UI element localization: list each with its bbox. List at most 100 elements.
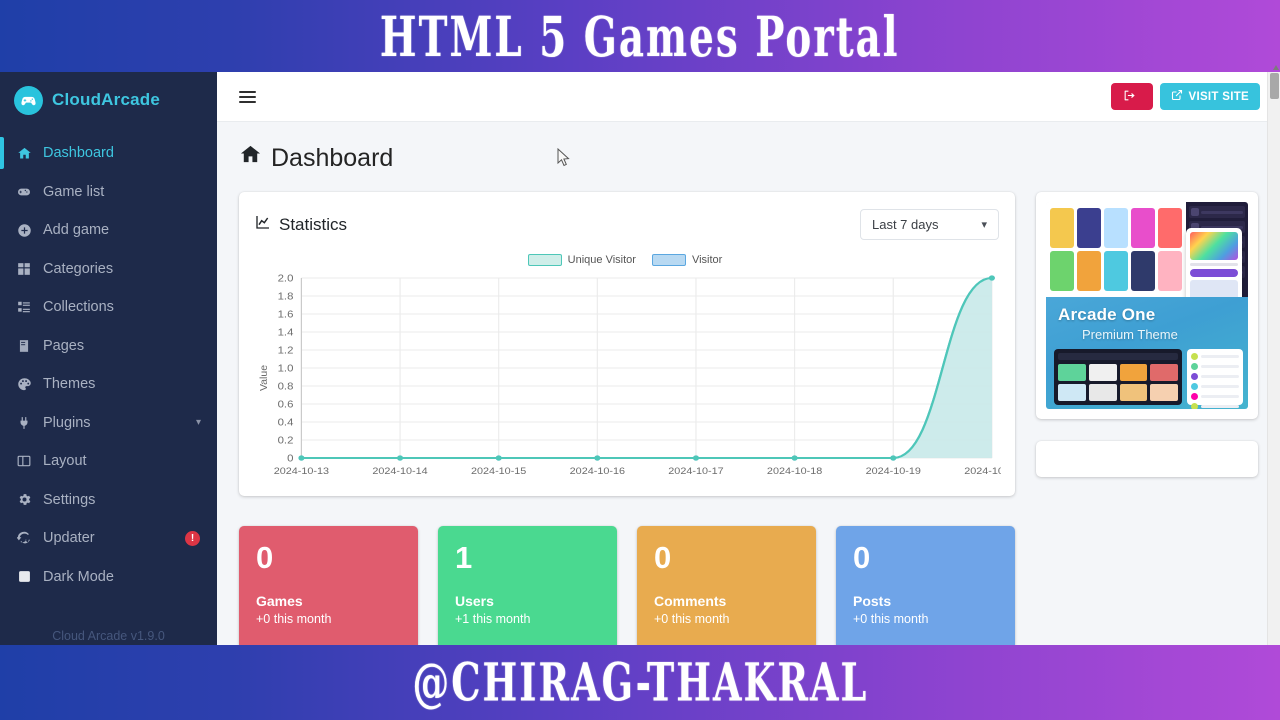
promo-image: Arcade One Premium Theme bbox=[1046, 202, 1248, 409]
dashboard-row: Statistics Last 7 days ▾ Unique Visitor … bbox=[239, 192, 1258, 645]
promo-tile bbox=[1104, 208, 1128, 248]
promo-list-row bbox=[1191, 363, 1239, 370]
promo-list-row bbox=[1191, 383, 1239, 390]
home-icon bbox=[239, 143, 262, 173]
sidebar-item-label: Updater bbox=[43, 530, 95, 547]
sidebar-item-updater[interactable]: Updater ! bbox=[0, 519, 217, 558]
sidebar-item-label: Game list bbox=[43, 183, 105, 200]
promo-tile bbox=[1158, 251, 1182, 291]
chevron-down-icon[interactable]: ▾ bbox=[196, 417, 201, 428]
statistics-card-header: Statistics Last 7 days ▾ bbox=[239, 192, 1015, 244]
stat-card-users[interactable]: 1 Users +1 this month bbox=[438, 526, 617, 645]
svg-text:1.8: 1.8 bbox=[278, 291, 294, 302]
stat-value: 0 bbox=[853, 540, 871, 575]
stat-value: 0 bbox=[654, 540, 672, 575]
plus-circle-icon bbox=[13, 223, 35, 238]
main-area: VISIT SITE Dashboard Statistics Last 7 d… bbox=[217, 72, 1280, 645]
dashboard-left-column: Statistics Last 7 days ▾ Unique Visitor … bbox=[239, 192, 1015, 645]
svg-text:2024-10-14: 2024-10-14 bbox=[372, 467, 428, 477]
stat-card-posts[interactable]: 0 Posts +0 this month bbox=[836, 526, 1015, 645]
svg-text:2.0: 2.0 bbox=[278, 273, 294, 284]
hamburger-icon[interactable] bbox=[239, 90, 256, 103]
page-title-text: Dashboard bbox=[271, 143, 394, 172]
sidebar-item-settings[interactable]: Settings bbox=[0, 481, 217, 520]
sidebar-item-dark-mode[interactable]: Dark Mode bbox=[0, 558, 217, 597]
svg-text:1.2: 1.2 bbox=[278, 345, 294, 356]
promo-tile bbox=[1131, 251, 1155, 291]
scroll-up-arrow-icon[interactable] bbox=[1273, 65, 1279, 70]
statistics-card: Statistics Last 7 days ▾ Unique Visitor … bbox=[239, 192, 1015, 496]
sidebar-item-plugins[interactable]: Plugins ▾ bbox=[0, 404, 217, 443]
promo-dark-screen bbox=[1054, 349, 1182, 405]
promo-screens bbox=[1054, 349, 1243, 409]
stat-label: Users bbox=[455, 592, 494, 609]
legend-item-visitor[interactable]: Visitor bbox=[651, 254, 723, 266]
promo-tile bbox=[1104, 251, 1128, 291]
stat-card-comments[interactable]: 0 Comments +0 this month bbox=[637, 526, 816, 645]
svg-text:0.8: 0.8 bbox=[278, 381, 294, 392]
sidebar-item-themes[interactable]: Themes bbox=[0, 365, 217, 404]
chart-legend: Unique Visitor Visitor bbox=[249, 254, 1001, 266]
sidebar-item-label: Themes bbox=[43, 376, 96, 393]
sign-out-icon bbox=[1123, 89, 1136, 105]
scrollbar-thumb[interactable] bbox=[1270, 65, 1279, 99]
svg-text:2024-10-13: 2024-10-13 bbox=[274, 467, 330, 477]
legend-swatch bbox=[527, 254, 562, 266]
legend-item-unique-visitor[interactable]: Unique Visitor bbox=[527, 254, 636, 266]
page-scrollbar[interactable] bbox=[1267, 65, 1280, 645]
promo-tile bbox=[1077, 251, 1101, 291]
promo-light-screen bbox=[1187, 349, 1243, 409]
promo-game-tiles bbox=[1046, 202, 1186, 297]
bottom-promo-banner: @CHIRAG-THAKRAL bbox=[0, 645, 1280, 720]
stat-card-games[interactable]: 0 Games +0 this month bbox=[239, 526, 418, 645]
sidebar-item-collections[interactable]: Collections bbox=[0, 288, 217, 327]
svg-text:0.6: 0.6 bbox=[278, 399, 294, 410]
legend-label: Visitor bbox=[691, 254, 723, 266]
stat-cards-row: 0 Games +0 this month 1 Users +1 this month 0 C… bbox=[239, 526, 1015, 645]
sidebar-item-label: Collections bbox=[43, 299, 114, 316]
book-icon bbox=[13, 339, 35, 353]
stat-value: 1 bbox=[455, 540, 473, 575]
sidebar-item-dashboard[interactable]: Dashboard bbox=[0, 134, 217, 173]
legend-label: Unique Visitor bbox=[567, 254, 636, 266]
promo-subtitle: Premium Theme bbox=[1082, 327, 1178, 342]
visit-site-button[interactable]: VISIT SITE bbox=[1160, 83, 1260, 110]
sidebar-version: Cloud Arcade v1.9.0 bbox=[52, 629, 165, 643]
sidebar-item-categories[interactable]: Categories bbox=[0, 250, 217, 289]
promo-card[interactable]: Arcade One Premium Theme bbox=[1036, 192, 1258, 419]
stat-sub: +0 this month bbox=[654, 611, 730, 626]
topbar: VISIT SITE bbox=[217, 72, 1280, 122]
stat-label: Comments bbox=[654, 592, 727, 609]
sidebar-item-add-game[interactable]: Add game bbox=[0, 211, 217, 250]
sidebar-item-label: Layout bbox=[43, 453, 87, 470]
content: Dashboard Statistics Last 7 days ▾ Uniqu… bbox=[217, 122, 1280, 645]
promo-tile bbox=[1050, 208, 1074, 248]
svg-text:0: 0 bbox=[287, 453, 293, 464]
bottom-banner-text: @CHIRAG-THAKRAL bbox=[412, 652, 868, 713]
sidebar-item-layout[interactable]: Layout bbox=[0, 442, 217, 481]
gamepad-icon bbox=[13, 184, 35, 200]
brand-name: CloudArcade bbox=[52, 90, 160, 109]
logout-button[interactable] bbox=[1111, 83, 1154, 110]
svg-text:2024-10-15: 2024-10-15 bbox=[471, 467, 527, 477]
date-range-select[interactable]: Last 7 days ▾ bbox=[860, 209, 999, 240]
stat-sub: +1 this month bbox=[455, 611, 531, 626]
statistics-title: Statistics bbox=[255, 214, 347, 235]
brand[interactable]: CloudArcade bbox=[0, 72, 217, 128]
visit-site-label: VISIT SITE bbox=[1188, 90, 1249, 103]
sidebar-item-game-list[interactable]: Game list bbox=[0, 173, 217, 212]
sidebar-item-pages[interactable]: Pages bbox=[0, 327, 217, 366]
list-icon bbox=[13, 300, 35, 314]
gamepad-icon bbox=[14, 85, 43, 115]
promo-list-row bbox=[1191, 353, 1239, 360]
external-link-icon bbox=[1171, 89, 1183, 104]
stat-label: Games bbox=[256, 592, 303, 609]
plug-icon bbox=[13, 416, 35, 430]
home-icon bbox=[13, 146, 35, 161]
dashboard-right-column: Arcade One Premium Theme bbox=[1036, 192, 1258, 477]
promo-tile bbox=[1050, 251, 1074, 291]
svg-text:0.2: 0.2 bbox=[278, 435, 294, 446]
palette-icon bbox=[13, 377, 35, 392]
top-promo-banner: HTML 5 Games Portal bbox=[0, 0, 1280, 72]
svg-text:2024-10-18: 2024-10-18 bbox=[767, 467, 823, 477]
